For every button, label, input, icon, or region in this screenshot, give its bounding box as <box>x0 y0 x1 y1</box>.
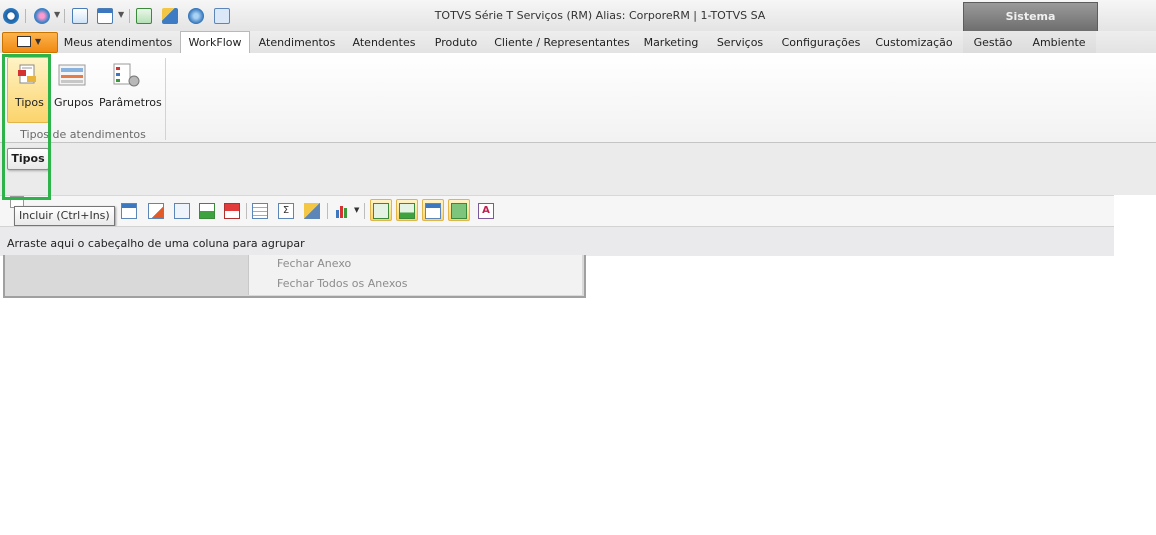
tab-customizacao[interactable]: Customização <box>872 33 956 53</box>
tab-produto[interactable]: Produto <box>428 33 484 53</box>
window-title: TOTVS Série T Serviços (RM) Alias: Corpo… <box>434 9 766 22</box>
view-form-icon <box>425 203 441 219</box>
window-icon[interactable] <box>97 8 113 24</box>
parameters-icon[interactable] <box>112 62 142 88</box>
group-by-hint: Arraste aqui o cabeçalho de uma coluna p… <box>7 237 305 250</box>
tools-icon[interactable] <box>162 8 178 24</box>
chevron-down-icon[interactable]: ▼ <box>54 10 60 19</box>
ribbon-button-grupos-label[interactable]: Grupos <box>54 96 93 109</box>
groups-icon[interactable] <box>58 63 86 87</box>
tab-configuracoes[interactable]: Configurações <box>778 33 864 53</box>
app-logo-icon[interactable] <box>3 8 19 24</box>
app-menu-button[interactable]: ▼ <box>2 32 58 53</box>
workspace-area <box>0 143 1156 195</box>
filter-icon[interactable] <box>252 203 268 219</box>
system-tab-header: Sistema <box>963 2 1098 31</box>
copy-record-icon[interactable] <box>121 203 137 219</box>
sum-icon[interactable]: Σ <box>278 203 294 219</box>
process-icon[interactable] <box>304 203 320 219</box>
run-icon[interactable] <box>136 8 152 24</box>
menu-icon <box>17 36 31 47</box>
export-icon[interactable] <box>224 203 240 219</box>
tab-atendimentos[interactable]: Atendimentos <box>254 33 340 53</box>
tab-workflow[interactable]: WorkFlow <box>180 31 250 54</box>
view-list-icon <box>373 203 389 219</box>
tab-gestao[interactable]: Gestão <box>966 33 1020 53</box>
edit-record-icon[interactable] <box>174 203 190 219</box>
view-detail-icon <box>399 203 415 219</box>
toolbar-separator <box>327 203 328 219</box>
import-icon[interactable] <box>199 203 215 219</box>
tab-marketing[interactable]: Marketing <box>640 33 702 53</box>
toolbar-separator <box>246 203 247 219</box>
chevron-down-icon[interactable]: ▼ <box>354 206 359 214</box>
grid-toolbar <box>0 195 1114 227</box>
chevron-down-icon: ▼ <box>35 37 42 46</box>
toolbar-separator <box>364 203 365 219</box>
new-window-icon[interactable] <box>72 8 88 24</box>
ribbon-panel <box>0 53 1156 143</box>
chevron-down-icon[interactable]: ▼ <box>118 10 124 19</box>
view-grid-icon <box>451 203 467 219</box>
chart-icon[interactable] <box>335 204 351 218</box>
ribbon-button-parametros-label[interactable]: Parâmetros <box>99 96 162 109</box>
toolbar-separator <box>129 9 130 23</box>
tab-cliente-representantes[interactable]: Cliente / Representantes <box>492 33 632 53</box>
font-icon[interactable]: A <box>478 203 494 219</box>
delete-record-icon[interactable] <box>148 203 164 219</box>
toolbar-separator <box>25 9 26 23</box>
toolbar-separator <box>64 9 65 23</box>
menu-item-fechar-anexo[interactable]: Fechar Anexo <box>277 257 351 270</box>
highlight-box <box>2 54 51 200</box>
copy-icon[interactable] <box>214 8 230 24</box>
tab-ambiente[interactable]: Ambiente <box>1026 33 1092 53</box>
tab-atendentes[interactable]: Atendentes <box>346 33 422 53</box>
tab-servicos[interactable]: Serviços <box>710 33 770 53</box>
globe-settings-icon[interactable] <box>34 8 50 24</box>
tooltip-incluir: Incluir (Ctrl+Ins) <box>14 206 115 226</box>
tab-meus-atendimentos[interactable]: Meus atendimentos <box>60 33 176 53</box>
menu-item-fechar-todos-anexos[interactable]: Fechar Todos os Anexos <box>277 277 407 290</box>
globe-icon[interactable] <box>188 8 204 24</box>
